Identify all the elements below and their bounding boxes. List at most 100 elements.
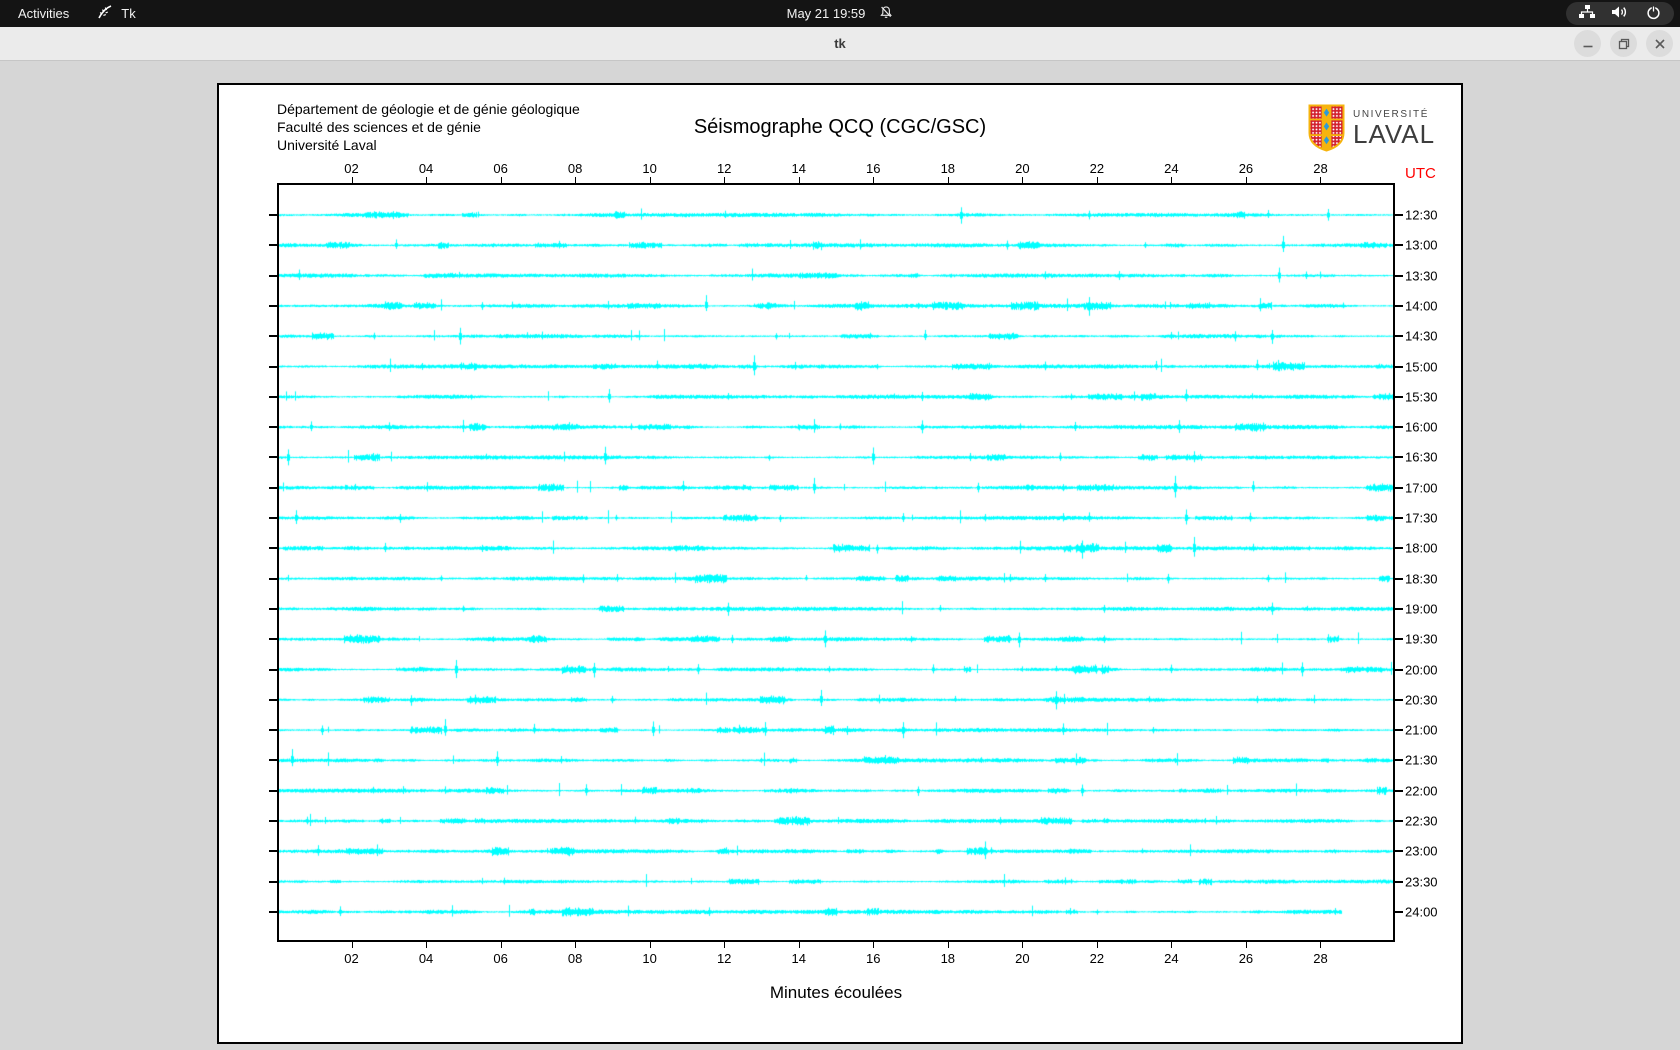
x-axis-label-top: 22 <box>1089 161 1105 176</box>
x-tick-mark-top <box>798 177 800 183</box>
x-axis-label-bottom: 02 <box>344 951 359 966</box>
row-tick-right <box>1395 244 1403 247</box>
row-tick-right <box>1395 335 1403 338</box>
row-tick-left <box>269 910 277 913</box>
x-tick-mark-bottom <box>351 942 353 948</box>
row-tick-right <box>1395 910 1403 913</box>
row-tick-right <box>1395 577 1403 580</box>
row-tick-right <box>1395 517 1403 519</box>
utc-time-label: 15:30 <box>1405 389 1438 405</box>
x-tick-mark-bottom <box>575 942 577 948</box>
x-axis-label-bottom: 22 <box>1089 951 1105 966</box>
row-tick-left <box>269 244 277 247</box>
utc-time-label: 20:30 <box>1405 692 1438 708</box>
x-tick-mark-top <box>575 177 577 183</box>
row-tick-right <box>1395 365 1403 368</box>
x-axis-label-bottom: 26 <box>1238 951 1254 966</box>
x-tick-mark-top <box>1022 177 1024 183</box>
x-tick-mark-bottom <box>1171 942 1173 948</box>
clock-menu[interactable]: May 21 19:59 <box>787 0 894 27</box>
row-tick-left <box>269 607 277 610</box>
utc-time-label: 14:30 <box>1405 328 1438 344</box>
x-axis-label-top: 04 <box>418 161 434 176</box>
x-tick-mark-top <box>1096 177 1098 183</box>
row-tick-right <box>1395 729 1403 732</box>
maximize-button[interactable] <box>1610 30 1637 57</box>
row-tick-right <box>1395 880 1403 883</box>
x-axis-title: Minutes écoulées <box>769 983 903 1002</box>
row-tick-left <box>269 426 277 429</box>
row-tick-right <box>1395 214 1403 216</box>
row-tick-left <box>269 698 277 701</box>
x-tick-mark-top <box>351 177 353 183</box>
x-axis-label-bottom: 12 <box>716 951 732 966</box>
x-tick-mark-bottom <box>873 942 875 948</box>
focused-app-menu[interactable]: Tk <box>97 4 136 23</box>
row-tick-left <box>269 547 277 550</box>
x-tick-mark-bottom <box>1320 942 1322 948</box>
seismograph-canvas-frame: Département de géologie et de génie géol… <box>217 83 1463 1044</box>
x-tick-mark-bottom <box>1245 942 1247 948</box>
plot-area: UTC 02 02 04 04 06 06 08 08 10 10 12 12 14 14 16 16 18 18… <box>269 161 1438 966</box>
utc-time-label: 15:00 <box>1405 359 1438 374</box>
x-tick-mark-bottom <box>426 942 428 948</box>
row-tick-left <box>269 789 277 792</box>
row-tick-left <box>269 759 277 762</box>
close-icon <box>1654 38 1665 49</box>
x-tick-mark-top <box>426 177 428 183</box>
power-icon <box>1646 5 1661 23</box>
utc-time-label: 21:00 <box>1405 722 1438 738</box>
x-tick-mark-top <box>1171 177 1173 183</box>
utc-time-label: 19:30 <box>1405 631 1438 647</box>
row-tick-right <box>1395 698 1403 701</box>
row-tick-right <box>1395 547 1403 550</box>
x-axis-label-bottom: 04 <box>418 951 434 966</box>
row-tick-left <box>269 577 277 580</box>
x-axis-label-bottom: 24 <box>1164 951 1179 966</box>
system-tray-menu[interactable] <box>1566 2 1674 25</box>
utc-time-label: 23:00 <box>1405 843 1438 859</box>
close-button[interactable] <box>1646 30 1673 57</box>
window-titlebar[interactable]: tk <box>0 27 1680 61</box>
row-tick-right <box>1395 486 1403 489</box>
row-tick-right <box>1395 850 1403 853</box>
row-tick-left <box>269 365 277 368</box>
utc-time-label: 16:30 <box>1405 449 1438 465</box>
x-axis-label-top: 14 <box>791 161 806 176</box>
x-tick-mark-top <box>649 177 651 183</box>
x-axis-label-top: 02 <box>344 161 359 176</box>
utc-time-label: 21:30 <box>1405 752 1438 768</box>
desktop-area: Département de géologie et de génie géol… <box>0 61 1680 1050</box>
row-tick-right <box>1395 607 1403 610</box>
utc-time-label: 23:30 <box>1405 874 1438 890</box>
row-tick-right <box>1395 304 1403 307</box>
x-tick-mark-bottom <box>649 942 651 948</box>
system-top-bar: Activities Tk May 21 19:59 <box>0 0 1680 27</box>
x-axis-label-top: 20 <box>1015 161 1030 176</box>
row-tick-left <box>269 214 277 216</box>
row-tick-right <box>1395 820 1403 822</box>
minimize-button[interactable] <box>1574 30 1601 57</box>
row-tick-right <box>1395 789 1403 792</box>
tk-feather-icon <box>97 4 113 23</box>
x-axis-label-bottom: 06 <box>493 951 508 966</box>
clock-label: May 21 19:59 <box>786 6 866 21</box>
utc-label: UTC <box>1405 165 1436 182</box>
row-tick-left <box>269 668 277 671</box>
utc-time-label: 16:00 <box>1405 419 1438 435</box>
utc-time-label: 17:00 <box>1405 480 1438 496</box>
x-axis-label-top: 24 <box>1164 161 1179 176</box>
row-tick-right <box>1395 426 1403 429</box>
row-tick-left <box>269 729 277 732</box>
x-tick-mark-top <box>1245 177 1247 183</box>
x-axis-label-bottom: 08 <box>567 951 583 966</box>
x-axis-label-top: 28 <box>1313 161 1328 176</box>
row-tick-left <box>269 517 277 519</box>
app-menu-label: Tk <box>121 6 136 21</box>
row-tick-right <box>1395 456 1403 459</box>
x-axis-label-bottom: 10 <box>642 951 657 966</box>
activities-button[interactable]: Activities <box>18 6 69 21</box>
x-axis-label-top: 08 <box>567 161 583 176</box>
x-tick-mark-top <box>724 177 726 183</box>
x-axis-label-top: 06 <box>493 161 508 176</box>
